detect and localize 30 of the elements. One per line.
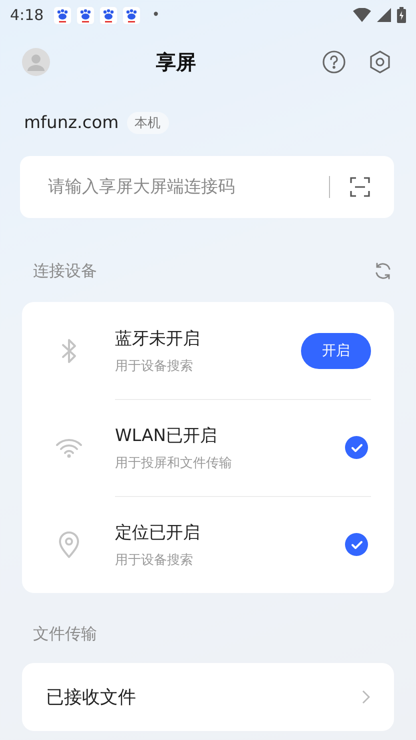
wifi-signal-icon bbox=[353, 8, 371, 22]
local-device-tag: 本机 bbox=[126, 112, 169, 134]
device-name: mfunz.com bbox=[24, 113, 119, 133]
status-dot: • bbox=[152, 7, 160, 23]
wifi-icon bbox=[54, 436, 82, 458]
notification-icon bbox=[100, 6, 117, 24]
scan-icon[interactable] bbox=[350, 177, 370, 197]
received-files-item[interactable]: 已接收文件 bbox=[46, 685, 362, 709]
section-title: 文件传输 bbox=[33, 624, 97, 644]
help-icon[interactable] bbox=[320, 48, 348, 76]
connection-code-field[interactable]: 请输入享屏大屏端连接码 bbox=[46, 176, 319, 198]
status-time: 4:18 bbox=[10, 6, 44, 24]
permission-title: WLAN已开启 bbox=[115, 424, 218, 446]
section-title: 连接设备 bbox=[33, 260, 97, 282]
permission-title: 定位已开启 bbox=[115, 522, 201, 544]
permission-description: 用于设备搜索 bbox=[115, 358, 194, 374]
cell-signal-icon bbox=[377, 8, 391, 22]
battery-icon bbox=[397, 7, 406, 23]
permission-title: 蓝牙未开启 bbox=[115, 328, 201, 350]
code-input-box[interactable]: 请输入享屏大屏端连接码 bbox=[20, 156, 394, 218]
app-title: 享屏 bbox=[155, 48, 197, 76]
notification-icon bbox=[122, 6, 140, 24]
location-pin-icon bbox=[58, 530, 80, 558]
bluetooth-icon bbox=[60, 338, 78, 364]
enable-button[interactable]: 开启 bbox=[301, 332, 371, 368]
permission-description: 用于设备搜索 bbox=[115, 552, 194, 568]
refresh-icon[interactable] bbox=[374, 262, 392, 280]
permission-description: 用于投屏和文件传输 bbox=[115, 454, 233, 472]
notification-icon bbox=[76, 6, 94, 24]
notification-icon bbox=[54, 6, 71, 24]
